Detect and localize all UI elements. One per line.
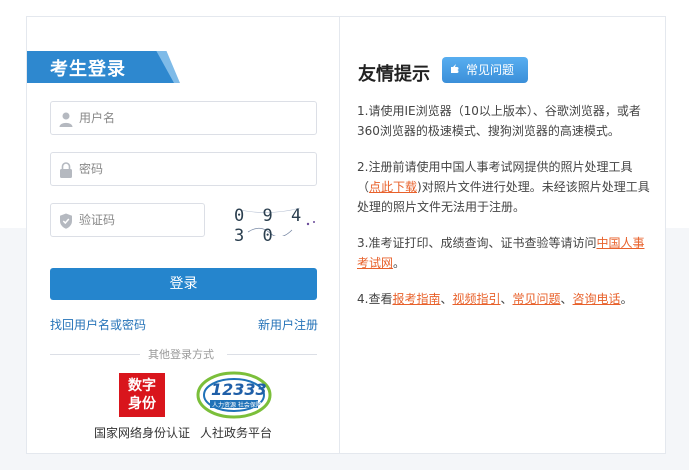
username-input[interactable] <box>79 102 299 134</box>
tip-text: 。 <box>393 256 406 270</box>
captcha-image[interactable]: 0 9 4 3 0 <box>230 202 318 246</box>
tip-item: 4.查看报考指南、视频指引、常见问题、咨询电话。 <box>357 289 655 309</box>
forgot-credentials-link[interactable]: 找回用户名或密码 <box>50 316 146 333</box>
tip-separator: 、 <box>500 292 513 306</box>
captcha-text: 0 9 4 3 0 <box>234 206 306 246</box>
exam-guide-link[interactable]: 报考指南 <box>392 292 440 306</box>
other-methods-divider-left <box>50 354 140 355</box>
tips-title: 友情提示 <box>358 64 430 85</box>
tip-item: 3.准考证打印、成绩查询、证书查验等请访问中国人事考试网。 <box>357 233 655 273</box>
download-tool-link[interactable]: 点此下载 <box>369 180 417 194</box>
captcha-input[interactable] <box>79 204 199 236</box>
other-methods-label: 其他登录方式 <box>148 348 214 361</box>
user-icon <box>59 112 73 127</box>
tip-separator: 、 <box>440 292 453 306</box>
lock-icon <box>60 162 72 178</box>
digital-id-caption: 国家网络身份认证 <box>94 426 191 440</box>
username-field[interactable] <box>50 101 317 135</box>
other-methods-divider-right <box>227 354 317 355</box>
hrss-caption: 人社政务平台 <box>200 426 273 440</box>
digital-id-logo-text: 数字身份 <box>128 378 156 412</box>
hrss-logo-subtext: 人力资源 社会保障 <box>212 402 262 409</box>
password-field[interactable] <box>50 152 317 186</box>
tips-list: 1.请使用IE浏览器（10以上版本）、谷歌浏览器，或者360浏览器的极速模式、搜… <box>357 101 655 325</box>
tip-text: 4.查看 <box>357 292 393 306</box>
shield-icon <box>60 213 72 229</box>
tip-text: 1.请使用IE浏览器（10以上版本）、谷歌浏览器，或者360浏览器的极速模式、搜… <box>357 104 641 138</box>
tip-item: 2.注册前请使用中国人事考试网提供的照片处理工具（点此下载)对照片文件进行处理。… <box>357 157 655 217</box>
video-guide-link[interactable]: 视频指引 <box>452 292 500 306</box>
login-button[interactable]: 登录 <box>50 268 317 300</box>
tip-text: 3.准考证打印、成绩查询、证书查验等请访问 <box>357 236 597 250</box>
faq-button[interactable]: 常见问题 <box>442 57 528 83</box>
register-link[interactable]: 新用户注册 <box>258 316 318 333</box>
panel-divider <box>339 16 340 454</box>
digital-id-logo[interactable]: 数字身份 <box>119 373 165 417</box>
faq-link[interactable]: 常见问题 <box>513 292 561 306</box>
faq-button-label: 常见问题 <box>466 63 515 77</box>
tip-separator: 、 <box>560 292 573 306</box>
hrss-logo-number: 12333 <box>211 380 267 399</box>
login-title: 考生登录 <box>50 59 126 80</box>
hrss-logo[interactable]: 12333 人力资源 社会保障 <box>196 370 272 420</box>
captcha-field[interactable] <box>50 203 205 237</box>
hotline-link[interactable]: 咨询电话 <box>573 292 621 306</box>
password-input[interactable] <box>79 153 299 185</box>
tip-text: 。 <box>620 292 633 306</box>
pointing-hand-icon <box>451 64 459 73</box>
tip-item: 1.请使用IE浏览器（10以上版本）、谷歌浏览器，或者360浏览器的极速模式、搜… <box>357 101 655 141</box>
